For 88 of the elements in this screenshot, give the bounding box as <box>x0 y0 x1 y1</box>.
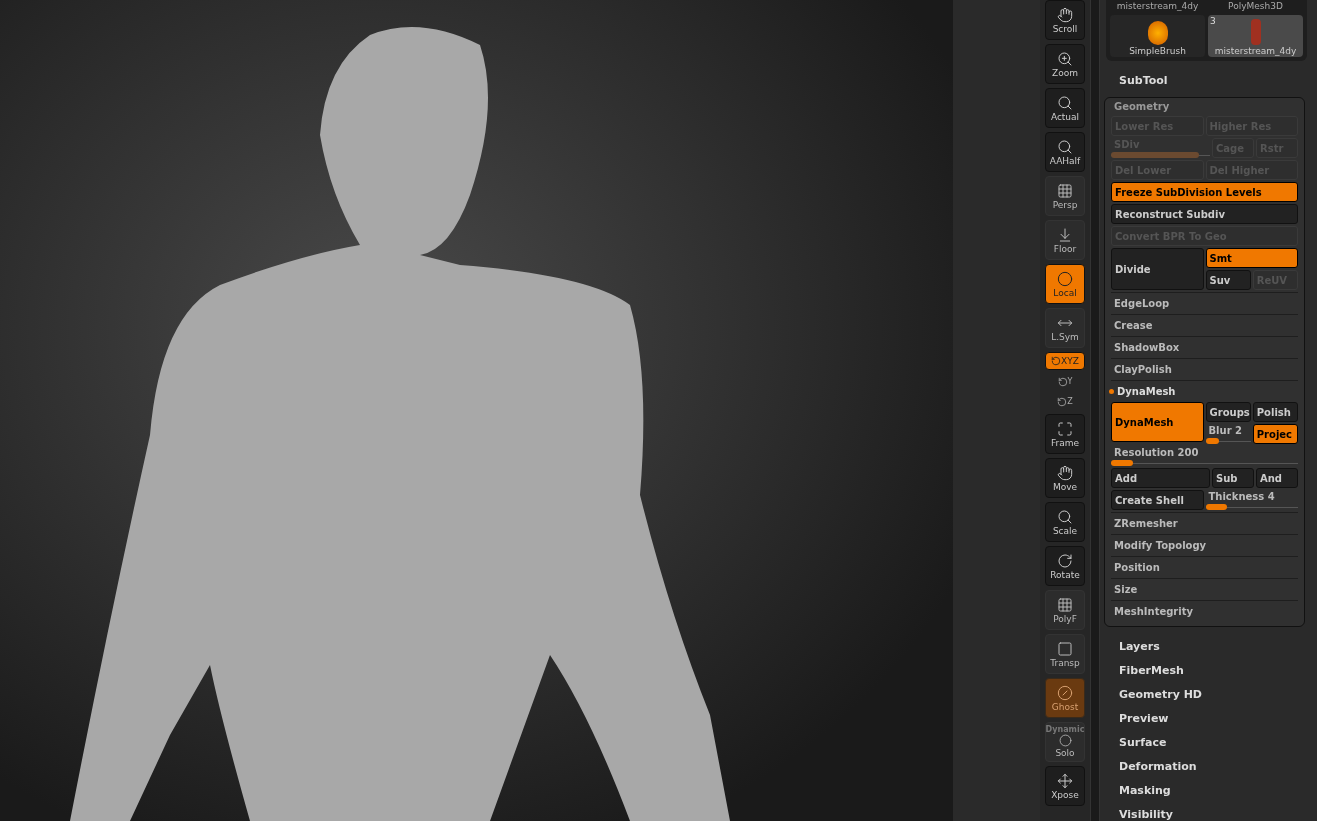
panel-button[interactable]: Create Shell <box>1111 490 1204 510</box>
menu-item[interactable]: FiberMesh <box>1119 659 1305 683</box>
axis-button[interactable]: Z <box>1057 394 1073 410</box>
panel-button[interactable]: Add <box>1111 468 1210 488</box>
section-header[interactable]: EdgeLoop <box>1111 292 1298 314</box>
zoom-icon <box>1057 50 1073 67</box>
frame-icon <box>1057 420 1073 437</box>
axis-button[interactable]: Y <box>1057 374 1073 390</box>
tile-caption: misterstream_4dy <box>1115 0 1200 12</box>
magnifier-icon <box>1057 508 1073 525</box>
menu-item[interactable]: Geometry HD <box>1119 683 1305 707</box>
section-header[interactable]: Modify Topology <box>1111 534 1298 556</box>
panel-button[interactable]: Projec <box>1252 424 1298 444</box>
tool-tile[interactable]: 3 misterstream_4dy <box>1208 15 1303 57</box>
panel-button[interactable]: Polish <box>1252 402 1298 422</box>
menu-item[interactable]: Deformation <box>1119 755 1305 779</box>
section-title: EdgeLoop <box>1114 297 1170 311</box>
tool-button[interactable]: Move <box>1045 458 1085 498</box>
menu-item[interactable]: Preview <box>1119 707 1305 731</box>
subtool-title[interactable]: SubTool <box>1104 73 1305 89</box>
tool-button[interactable]: Scale <box>1045 502 1085 542</box>
expand-arrows-icon <box>1057 772 1073 789</box>
viewport[interactable] <box>0 0 953 821</box>
section-title: Size <box>1114 583 1138 597</box>
tile-number: 3 <box>1210 15 1216 28</box>
tool-button[interactable]: Xpose <box>1045 766 1085 806</box>
grid-floor-icon <box>1057 182 1073 199</box>
rotate-icon <box>1057 377 1068 387</box>
section-title: Position <box>1114 561 1160 575</box>
panel-button[interactable]: Groups <box>1205 402 1251 422</box>
tool-caption: Dynamic <box>1045 726 1085 734</box>
section-title: ShadowBox <box>1114 341 1180 355</box>
menu-item[interactable]: Layers <box>1119 635 1305 659</box>
slider-label: Resolution 200 <box>1113 446 1200 460</box>
scrollbar[interactable] <box>1090 0 1100 821</box>
slider-fill[interactable] <box>1205 438 1220 444</box>
slider-label: Thickness 4 <box>1207 490 1276 504</box>
tool-button[interactable]: Rotate <box>1045 546 1085 586</box>
floor-arrow-icon <box>1057 226 1073 243</box>
panel-title[interactable]: Geometry <box>1111 98 1298 116</box>
magnifier-icon <box>1057 138 1073 155</box>
panel-button[interactable]: Smt <box>1205 248 1298 268</box>
tool-button[interactable]: Frame <box>1045 414 1085 454</box>
tile-caption: PolyMesh3D <box>1227 0 1284 12</box>
panel-button[interactable]: DynaMesh <box>1111 402 1204 442</box>
hand-icon <box>1057 6 1073 23</box>
square-icon <box>1057 640 1073 657</box>
slider-fill[interactable] <box>1205 504 1227 510</box>
brush-logo-icon <box>1147 21 1168 45</box>
tool-button[interactable]: XYZ <box>1045 352 1085 370</box>
section-header[interactable]: ZRemesher <box>1111 512 1298 534</box>
section-header[interactable]: Size <box>1111 578 1298 600</box>
section-title: ClayPolish <box>1114 363 1172 377</box>
panel-button[interactable]: Freeze SubDivision Levels <box>1111 182 1298 202</box>
panel-button[interactable]: Reconstruct Subdiv <box>1111 204 1298 224</box>
magnifier-icon <box>1057 94 1073 111</box>
section-title: Modify Topology <box>1114 539 1207 553</box>
panel-button[interactable]: And <box>1256 468 1298 488</box>
section-title: DynaMesh <box>1117 385 1176 399</box>
slider-label: Blur 2 <box>1207 424 1244 438</box>
menu-item[interactable]: Visibility <box>1119 803 1305 821</box>
slider-fill[interactable] <box>1111 460 1134 466</box>
tool-button[interactable]: Actual <box>1045 88 1085 128</box>
tool-button[interactable]: Zoom <box>1045 44 1085 84</box>
section-header[interactable]: ShadowBox <box>1111 336 1298 358</box>
rotate-icon <box>1057 552 1073 569</box>
tool-button[interactable]: AAHalf <box>1045 132 1085 172</box>
panel-button[interactable]: Suv <box>1205 270 1251 290</box>
hand-icon <box>1057 464 1073 481</box>
tool-button[interactable]: Scroll <box>1045 0 1085 40</box>
rotate-icon <box>1057 397 1068 407</box>
menu-item[interactable]: Masking <box>1119 779 1305 803</box>
menu-item[interactable]: Surface <box>1119 731 1305 755</box>
figure-thumbnail-icon <box>1250 19 1261 45</box>
grid-icon <box>1057 596 1073 613</box>
tool-button[interactable]: Local <box>1045 264 1085 304</box>
sphere-icon <box>1057 270 1073 287</box>
section-header[interactable]: Position <box>1111 556 1298 578</box>
section-header[interactable]: ClayPolish <box>1111 358 1298 380</box>
section-title: MeshIntegrity <box>1114 605 1194 619</box>
section-header[interactable]: Crease <box>1111 314 1298 336</box>
tool-tile[interactable]: SimpleBrush <box>1110 15 1205 57</box>
panel-button[interactable]: Sub <box>1212 468 1254 488</box>
rotate-icon <box>1051 356 1062 366</box>
panel-button[interactable]: Divide <box>1111 248 1204 290</box>
section-title: Crease <box>1114 319 1153 333</box>
section-title: ZRemesher <box>1114 517 1178 531</box>
section-header[interactable]: MeshIntegrity <box>1111 600 1298 622</box>
